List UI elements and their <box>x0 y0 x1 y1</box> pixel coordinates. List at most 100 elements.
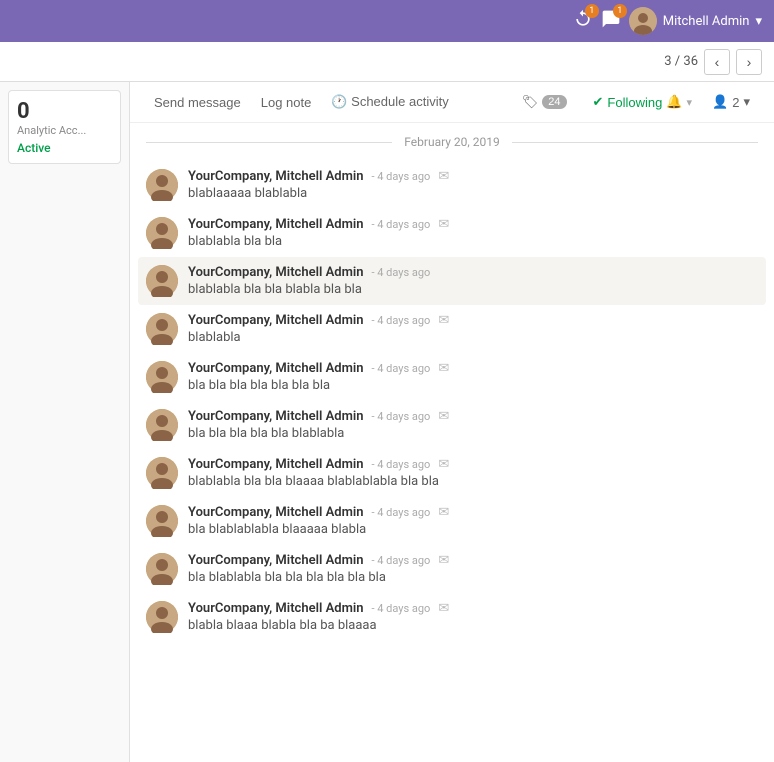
msg-time: - 4 days ago <box>372 266 431 279</box>
send-message-button[interactable]: Send message <box>146 91 249 114</box>
message-item: YourCompany, Mitchell Admin - 4 days ago… <box>146 209 758 257</box>
tags-button[interactable]: 🏷 24 <box>516 90 573 114</box>
message-item: YourCompany, Mitchell Admin - 4 days ago… <box>146 593 758 641</box>
message-item: YourCompany, Mitchell Admin - 4 days ago… <box>146 497 758 545</box>
email-icon: ✉ <box>438 457 449 472</box>
email-icon: ✉ <box>438 505 449 520</box>
msg-time: - 4 days ago <box>372 506 431 519</box>
clock-icon: 🕐 <box>331 94 347 109</box>
pagination-label: 3 / 36 <box>664 54 698 69</box>
msg-avatar <box>146 553 178 585</box>
msg-header: YourCompany, Mitchell Admin - 4 days ago… <box>188 505 758 520</box>
person-icon: 👤 <box>712 94 728 110</box>
message-item: YourCompany, Mitchell Admin - 4 days ago… <box>146 161 758 209</box>
msg-body: YourCompany, Mitchell Admin - 4 days ago… <box>188 217 758 249</box>
user-menu[interactable]: Mitchell Admin ▾ <box>629 7 762 35</box>
msg-author: YourCompany, Mitchell Admin <box>188 265 364 280</box>
bell-icon: 🔔 <box>666 94 682 110</box>
msg-time: - 4 days ago <box>372 218 431 231</box>
msg-body: YourCompany, Mitchell Admin - 4 days ago… <box>188 313 758 345</box>
log-note-button[interactable]: Log note <box>253 91 320 114</box>
msg-body: YourCompany, Mitchell Admin - 4 days ago… <box>188 457 758 489</box>
email-icon: ✉ <box>438 553 449 568</box>
sidebar-label: Analytic Acc... <box>17 124 112 137</box>
msg-author: YourCompany, Mitchell Admin <box>188 313 364 328</box>
avatar <box>629 7 657 35</box>
msg-text: bla blablabla bla bla bla bla bla bla <box>188 570 758 585</box>
msg-avatar <box>146 409 178 441</box>
msg-header: YourCompany, Mitchell Admin - 4 days ago… <box>188 409 758 424</box>
msg-header: YourCompany, Mitchell Admin - 4 days ago… <box>188 217 758 232</box>
msg-body: YourCompany, Mitchell Admin - 4 days ago… <box>188 409 758 441</box>
msg-text: blabla blaaa blabla bla ba blaaaa <box>188 618 758 633</box>
msg-time: - 4 days ago <box>372 458 431 471</box>
msg-avatar <box>146 265 178 297</box>
user-name: Mitchell Admin <box>663 14 750 29</box>
sidebar-count: 0 <box>17 99 112 124</box>
chat-icon-btn[interactable]: 1 <box>601 9 621 34</box>
content-area: Send message Log note 🕐 Schedule activit… <box>130 82 774 762</box>
msg-avatar <box>146 217 178 249</box>
msg-text: bla blablablabla blaaaaa blabla <box>188 522 758 537</box>
msg-header: YourCompany, Mitchell Admin - 4 days ago… <box>188 313 758 328</box>
msg-text: blablabla bla bla <box>188 234 758 249</box>
email-icon: ✉ <box>438 361 449 376</box>
divider-line-right <box>512 142 758 143</box>
msg-header: YourCompany, Mitchell Admin - 4 days ago… <box>188 169 758 184</box>
followers-dropdown-icon: ▾ <box>743 94 750 110</box>
msg-avatar <box>146 169 178 201</box>
msg-body: YourCompany, Mitchell Admin - 4 days ago… <box>188 361 758 393</box>
following-button[interactable]: ✔ Following 🔔 ▾ <box>585 90 701 114</box>
msg-header: YourCompany, Mitchell Admin - 4 days ago… <box>188 361 758 376</box>
msg-time: - 4 days ago <box>372 170 431 183</box>
sidebar-card: 0 Analytic Acc... Active <box>8 90 121 164</box>
schedule-activity-button[interactable]: 🕐 Schedule activity <box>323 90 456 114</box>
msg-avatar <box>146 505 178 537</box>
messages-list: YourCompany, Mitchell Admin - 4 days ago… <box>130 161 774 641</box>
refresh-badge: 1 <box>585 4 599 18</box>
message-item: YourCompany, Mitchell Admin - 4 days ago… <box>146 401 758 449</box>
message-item: YourCompany, Mitchell Admin - 4 days ago… <box>138 257 766 305</box>
msg-avatar <box>146 361 178 393</box>
message-item: YourCompany, Mitchell Admin - 4 days ago… <box>146 353 758 401</box>
pagination-prev[interactable]: ‹ <box>704 49 730 75</box>
msg-body: YourCompany, Mitchell Admin - 4 days ago… <box>188 601 758 633</box>
email-icon: ✉ <box>438 217 449 232</box>
chat-badge: 1 <box>613 4 627 18</box>
msg-author: YourCompany, Mitchell Admin <box>188 601 364 616</box>
email-icon: ✉ <box>438 169 449 184</box>
msg-author: YourCompany, Mitchell Admin <box>188 409 364 424</box>
tag-count: 24 <box>542 95 566 109</box>
msg-header: YourCompany, Mitchell Admin - 4 days ago <box>188 265 758 280</box>
message-item: YourCompany, Mitchell Admin - 4 days ago… <box>146 305 758 353</box>
topbar-icons: 1 1 Mitchell Admin ▾ <box>573 7 762 35</box>
msg-body: YourCompany, Mitchell Admin - 4 days ago… <box>188 169 758 201</box>
msg-text: bla bla bla bla bla blablabla <box>188 426 758 441</box>
msg-time: - 4 days ago <box>372 410 431 423</box>
msg-header: YourCompany, Mitchell Admin - 4 days ago… <box>188 601 758 616</box>
email-icon: ✉ <box>438 601 449 616</box>
topbar: 1 1 Mitchell Admin ▾ <box>0 0 774 42</box>
msg-author: YourCompany, Mitchell Admin <box>188 553 364 568</box>
pagination-next[interactable]: › <box>736 49 762 75</box>
check-icon: ✔ <box>593 94 604 110</box>
msg-time: - 4 days ago <box>372 602 431 615</box>
msg-text: blablaaaaa blablabla <box>188 186 758 201</box>
msg-header: YourCompany, Mitchell Admin - 4 days ago… <box>188 457 758 472</box>
subheader: 3 / 36 ‹ › <box>0 42 774 82</box>
email-icon: ✉ <box>438 409 449 424</box>
msg-text: blablabla bla bla blaaaa blablablabla bl… <box>188 474 758 489</box>
msg-author: YourCompany, Mitchell Admin <box>188 169 364 184</box>
followers-button[interactable]: 👤 2 ▾ <box>704 90 758 114</box>
msg-avatar <box>146 457 178 489</box>
following-dropdown-icon: ▾ <box>687 96 693 109</box>
divider-line-left <box>146 142 392 143</box>
date-divider-text: February 20, 2019 <box>404 135 499 149</box>
msg-author: YourCompany, Mitchell Admin <box>188 457 364 472</box>
message-item: YourCompany, Mitchell Admin - 4 days ago… <box>146 545 758 593</box>
refresh-icon-btn[interactable]: 1 <box>573 9 593 34</box>
msg-time: - 4 days ago <box>372 362 431 375</box>
message-item: YourCompany, Mitchell Admin - 4 days ago… <box>146 449 758 497</box>
msg-body: YourCompany, Mitchell Admin - 4 days ago… <box>188 505 758 537</box>
action-bar: Send message Log note 🕐 Schedule activit… <box>130 82 774 123</box>
